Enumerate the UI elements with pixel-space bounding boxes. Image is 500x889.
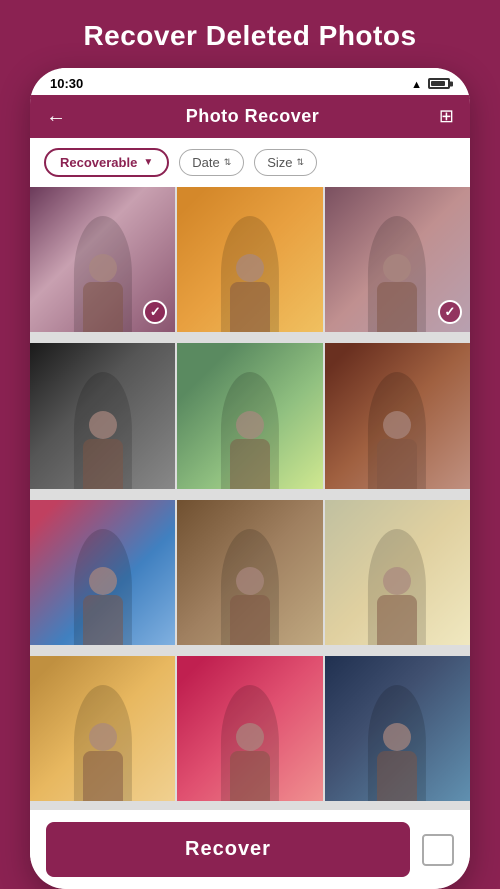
size-sort-arrows-icon: ⇅ [297, 158, 305, 167]
dropdown-arrow-icon: ▼ [143, 157, 153, 168]
check-overlay-1: ✓ [143, 300, 167, 324]
recoverable-filter-button[interactable]: Recoverable ▼ [44, 148, 169, 177]
back-button[interactable]: ← [46, 105, 66, 128]
recover-button[interactable]: Recover [46, 822, 410, 877]
photo-cell-1[interactable]: ✓ [30, 187, 175, 332]
photo-cell-11[interactable] [177, 656, 322, 801]
filter-bar: Recoverable ▼ Date ⇅ Size ⇅ [30, 138, 470, 187]
photo-cell-2[interactable] [177, 187, 322, 332]
status-icons [411, 76, 450, 91]
photo-cell-10[interactable] [30, 656, 175, 801]
photo-cell-6[interactable] [325, 343, 470, 488]
sort-arrows-icon: ⇅ [224, 158, 232, 167]
size-label: Size [267, 155, 292, 170]
check-overlay-3: ✓ [438, 300, 462, 324]
photo-cell-7[interactable] [30, 500, 175, 645]
battery-icon [428, 78, 450, 89]
page-title: Recover Deleted Photos [73, 0, 426, 68]
recoverable-label: Recoverable [60, 155, 137, 170]
photo-cell-5[interactable] [177, 343, 322, 488]
bottom-bar: Recover [30, 810, 470, 889]
photo-grid: ✓ ✓ [30, 187, 470, 810]
photo-cell-4[interactable] [30, 343, 175, 488]
app-header: ← Photo Recover ⊞ [30, 95, 470, 138]
photo-cell-3[interactable]: ✓ [325, 187, 470, 332]
select-all-checkbox[interactable] [422, 834, 454, 866]
header-title: Photo Recover [186, 106, 320, 127]
photo-cell-12[interactable] [325, 656, 470, 801]
size-sort-button[interactable]: Size ⇅ [254, 149, 317, 176]
status-time: 10:30 [50, 76, 83, 91]
status-bar: 10:30 [30, 68, 470, 95]
date-label: Date [192, 155, 219, 170]
phone-frame: 10:30 ← Photo Recover ⊞ Recoverable ▼ Da… [30, 68, 470, 889]
wifi-icon [411, 76, 422, 91]
grid-view-icon[interactable]: ⊞ [439, 106, 454, 127]
photo-cell-9[interactable] [325, 500, 470, 645]
photo-cell-8[interactable] [177, 500, 322, 645]
date-sort-button[interactable]: Date ⇅ [179, 149, 244, 176]
